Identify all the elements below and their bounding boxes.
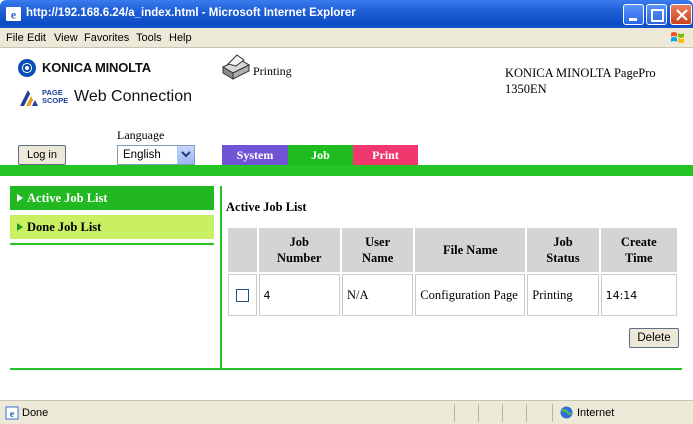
language-value: English [123, 149, 161, 161]
windows-logo-icon [671, 32, 684, 43]
printer-status-icon [221, 54, 251, 80]
tab-job[interactable]: Job [288, 145, 353, 165]
delete-button[interactable]: Delete [629, 328, 679, 348]
product-name: Web Connection [74, 88, 192, 105]
nav-divider [10, 243, 214, 245]
menu-view[interactable]: View [54, 32, 78, 44]
tab-system[interactable]: System [222, 145, 288, 165]
header-select [228, 228, 257, 272]
status-text: Done [22, 407, 49, 419]
header-user-name: User Name [342, 228, 414, 272]
pagescope-label: PAGE SCOPE [42, 88, 69, 105]
arrow-right-icon [17, 194, 23, 202]
table-header-row: Job Number User Name File Name Job Statu… [228, 228, 677, 272]
status-pane-divider [478, 404, 479, 422]
page-content: KONICA MINOLTA PAGE SCOPE Web Connection… [0, 48, 693, 400]
close-button[interactable] [670, 4, 692, 25]
menu-bar: File Edit View Favorites Tools Help [0, 28, 693, 48]
nav-item-label: Done Job List [27, 220, 102, 234]
internet-zone-icon [560, 406, 573, 419]
status-pane-divider [552, 404, 553, 422]
nav-item-done-job-list[interactable]: Done Job List [10, 215, 214, 239]
menu-favorites[interactable]: Favorites [84, 32, 129, 44]
chevron-down-icon [181, 151, 191, 158]
status-pane-divider [526, 404, 527, 422]
maximize-icon [651, 9, 664, 22]
window-title: http://192.168.6.24/a_index.html - Micro… [26, 7, 356, 19]
model-line-1: KONICA MINOLTA PagePro [505, 66, 656, 80]
svg-text:e: e [10, 409, 15, 420]
header-file-name: File Name [415, 228, 526, 272]
header-divider [0, 165, 693, 176]
table-row: 4 N/A Configuration Page Printing 14:14 [228, 274, 677, 316]
minimize-icon [629, 18, 637, 21]
brand-name: KONICA MINOLTA [42, 60, 151, 75]
login-button[interactable]: Log in [18, 145, 66, 165]
printer-model: KONICA MINOLTA PagePro 1350EN [505, 65, 690, 97]
language-select[interactable]: English [117, 145, 195, 165]
footer-divider [10, 368, 682, 370]
nav-item-active-job-list[interactable]: Active Job List [10, 186, 214, 210]
printer-status: Printing [253, 64, 292, 78]
svg-text:e: e [11, 8, 17, 22]
konica-minolta-globe-icon [18, 59, 36, 77]
column-divider [220, 186, 222, 368]
pagescope-icon [20, 90, 38, 106]
menu-help[interactable]: Help [169, 32, 192, 44]
status-bar: e Done Internet [0, 400, 693, 424]
tab-print[interactable]: Print [353, 145, 418, 165]
window-title-bar[interactable]: e http://192.168.6.24/a_index.html - Mic… [0, 0, 693, 28]
model-line-2: 1350EN [505, 82, 547, 96]
header-job-status: Job Status [527, 228, 599, 272]
row-checkbox[interactable] [235, 288, 249, 302]
page-done-icon: e [5, 406, 19, 420]
cell-create-time: 14:14 [600, 274, 677, 316]
job-table: Job Number User Name File Name Job Statu… [226, 226, 679, 318]
internet-explorer-icon: e [6, 7, 21, 21]
security-zone: Internet [577, 407, 615, 419]
page-title: Active Job List [226, 200, 307, 214]
header-job-number: Job Number [258, 228, 340, 272]
arrow-right-icon [17, 223, 23, 231]
header-create-time: Create Time [600, 228, 677, 272]
minimize-button[interactable] [623, 4, 644, 25]
language-label: Language [117, 128, 165, 142]
nav-item-label: Active Job List [27, 191, 108, 205]
menu-tools[interactable]: Tools [136, 32, 162, 44]
maximize-button[interactable] [646, 4, 667, 25]
close-icon [676, 9, 688, 21]
dropdown-arrow[interactable] [177, 146, 194, 164]
status-pane-divider [454, 404, 455, 422]
cell-job-number: 4 [258, 274, 340, 316]
row-select-cell [228, 274, 257, 316]
status-pane-divider [502, 404, 503, 422]
menu-file[interactable]: File [6, 32, 24, 44]
cell-user-name: N/A [342, 274, 414, 316]
menu-edit[interactable]: Edit [27, 32, 46, 44]
cell-job-status: Printing [527, 274, 599, 316]
cell-file-name: Configuration Page [415, 274, 526, 316]
